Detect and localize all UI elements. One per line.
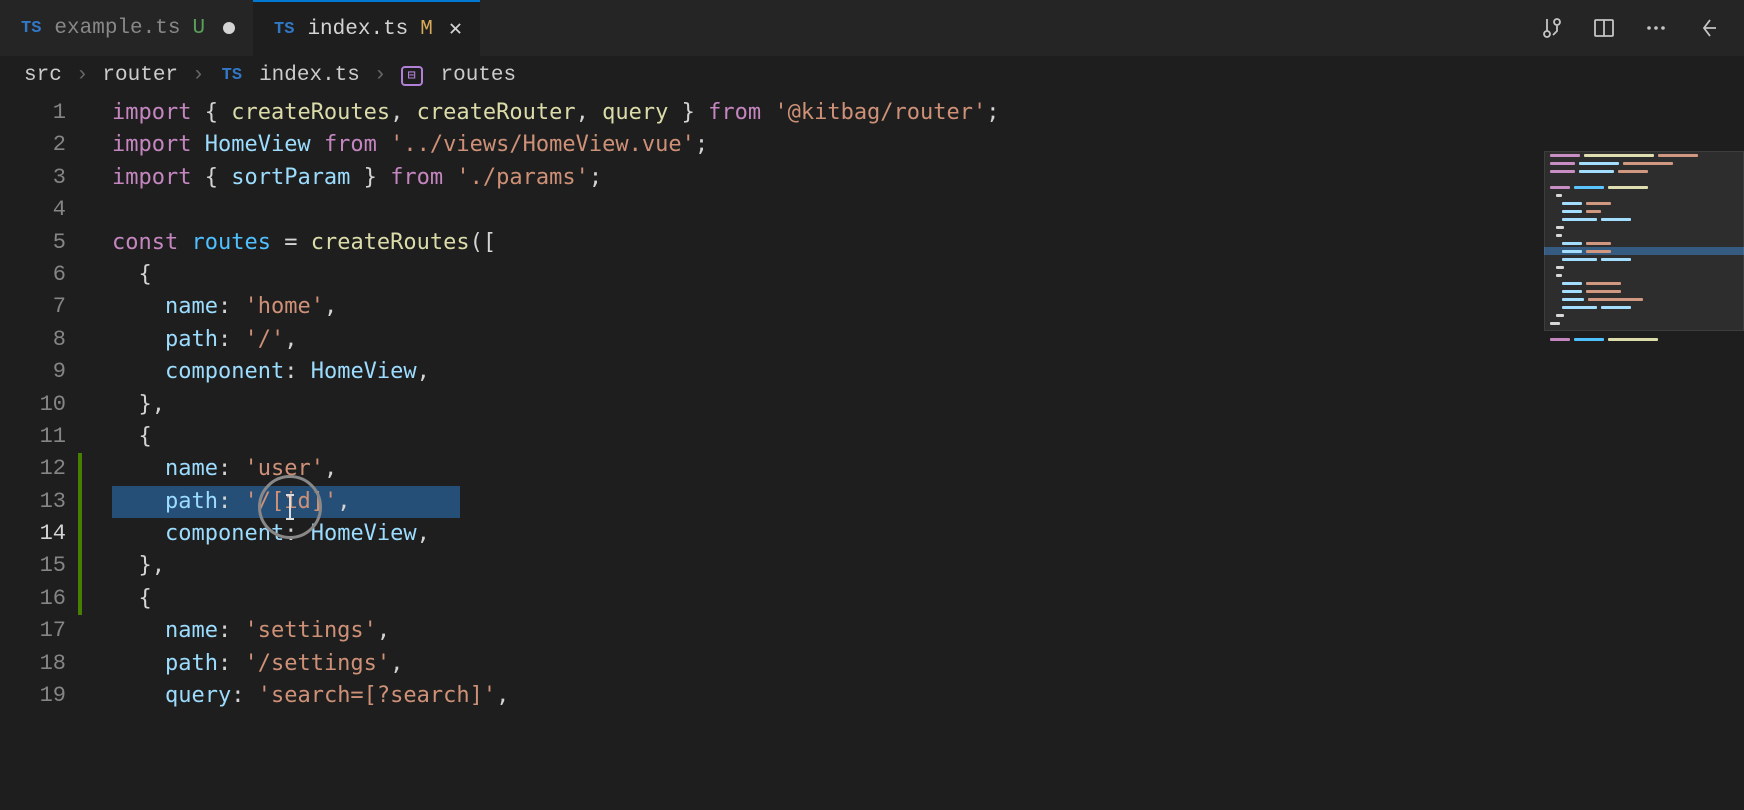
code-line: name: 'settings', [112,615,1744,647]
chevron-right-icon: › [192,64,205,87]
typescript-icon: TS [219,65,245,86]
gutter[interactable]: 1 2 3 4 5 6 7 8 9 10 11 12 13 14 15 16 1… [0,95,78,810]
code-line: { [112,421,1744,453]
line-number[interactable]: 17 [0,615,78,647]
code-line: query: 'search=[?search]', [112,680,1744,712]
code-line: component: HomeView, [112,356,1744,388]
line-number[interactable]: 2 [0,129,78,161]
line-number[interactable]: 6 [0,259,78,291]
minimap-viewport[interactable] [1544,151,1744,331]
text-cursor-icon [282,493,298,521]
split-editor-icon[interactable] [1592,16,1616,40]
line-number[interactable]: 5 [0,227,78,259]
breadcrumb[interactable]: src › router › TS index.ts › ⊟ routes [0,56,1744,95]
code-line: { [112,583,1744,615]
tab-index[interactable]: TS index.ts M ✕ [253,0,480,56]
tab-label: example.ts [54,17,180,40]
code-line: const routes = createRoutes([ [112,227,1744,259]
typescript-icon: TS [271,19,297,40]
line-number[interactable]: 1 [0,97,78,129]
code-line-selected: path: '/[id]', [112,486,1744,518]
code-area[interactable]: import { createRoutes, createRouter, que… [78,95,1744,810]
code-line: path: '/settings', [112,648,1744,680]
code-line: { [112,259,1744,291]
collapse-icon[interactable] [1696,16,1720,40]
line-number[interactable]: 18 [0,648,78,680]
code-line: }, [112,550,1744,582]
line-number[interactable]: 11 [0,421,78,453]
code-line: import HomeView from '../views/HomeView.… [112,129,1744,161]
code-line: name: 'home', [112,291,1744,323]
line-number[interactable]: 3 [0,162,78,194]
tab-example[interactable]: TS example.ts U [0,0,253,56]
line-number[interactable]: 15 [0,550,78,582]
line-number[interactable]: 14 [0,518,78,550]
line-number[interactable]: 8 [0,324,78,356]
code-line [112,194,1744,226]
typescript-icon: TS [18,18,44,39]
close-icon[interactable]: ✕ [449,16,462,42]
code-line: import { createRoutes, createRouter, que… [112,97,1744,129]
code-line: component: HomeView, [112,518,1744,550]
line-number[interactable]: 9 [0,356,78,388]
line-number[interactable]: 13 [0,486,78,518]
line-number[interactable]: 10 [0,389,78,421]
breadcrumb-folder[interactable]: router [102,64,178,87]
breadcrumb-symbol[interactable]: routes [441,64,517,87]
line-number[interactable]: 4 [0,194,78,226]
git-status-modified: M [420,18,433,41]
dirty-indicator-icon [223,22,235,34]
breadcrumb-file[interactable]: index.ts [259,64,360,87]
editor-body[interactable]: 1 2 3 4 5 6 7 8 9 10 11 12 13 14 15 16 1… [0,95,1744,810]
code-line: import { sortParam } from './params'; [112,162,1744,194]
tab-actions [1540,16,1744,40]
more-actions-icon[interactable] [1644,16,1668,40]
tab-label: index.ts [307,18,408,41]
chevron-right-icon: › [374,64,387,87]
chevron-right-icon: › [76,64,89,87]
code-line: }, [112,389,1744,421]
line-number[interactable]: 12 [0,453,78,485]
git-status-untracked: U [192,17,205,40]
line-number[interactable]: 16 [0,583,78,615]
variable-symbol-icon: ⊟ [401,66,423,86]
line-number[interactable]: 7 [0,291,78,323]
compare-changes-icon[interactable] [1540,16,1564,40]
minimap[interactable] [1544,151,1744,381]
tab-bar: TS example.ts U TS index.ts M ✕ [0,0,1744,56]
breadcrumb-folder[interactable]: src [24,64,62,87]
editor-container: TS example.ts U TS index.ts M ✕ src › ro… [0,0,1744,810]
line-number[interactable]: 19 [0,680,78,712]
code-line: path: '/', [112,324,1744,356]
code-line: name: 'user', [112,453,1744,485]
